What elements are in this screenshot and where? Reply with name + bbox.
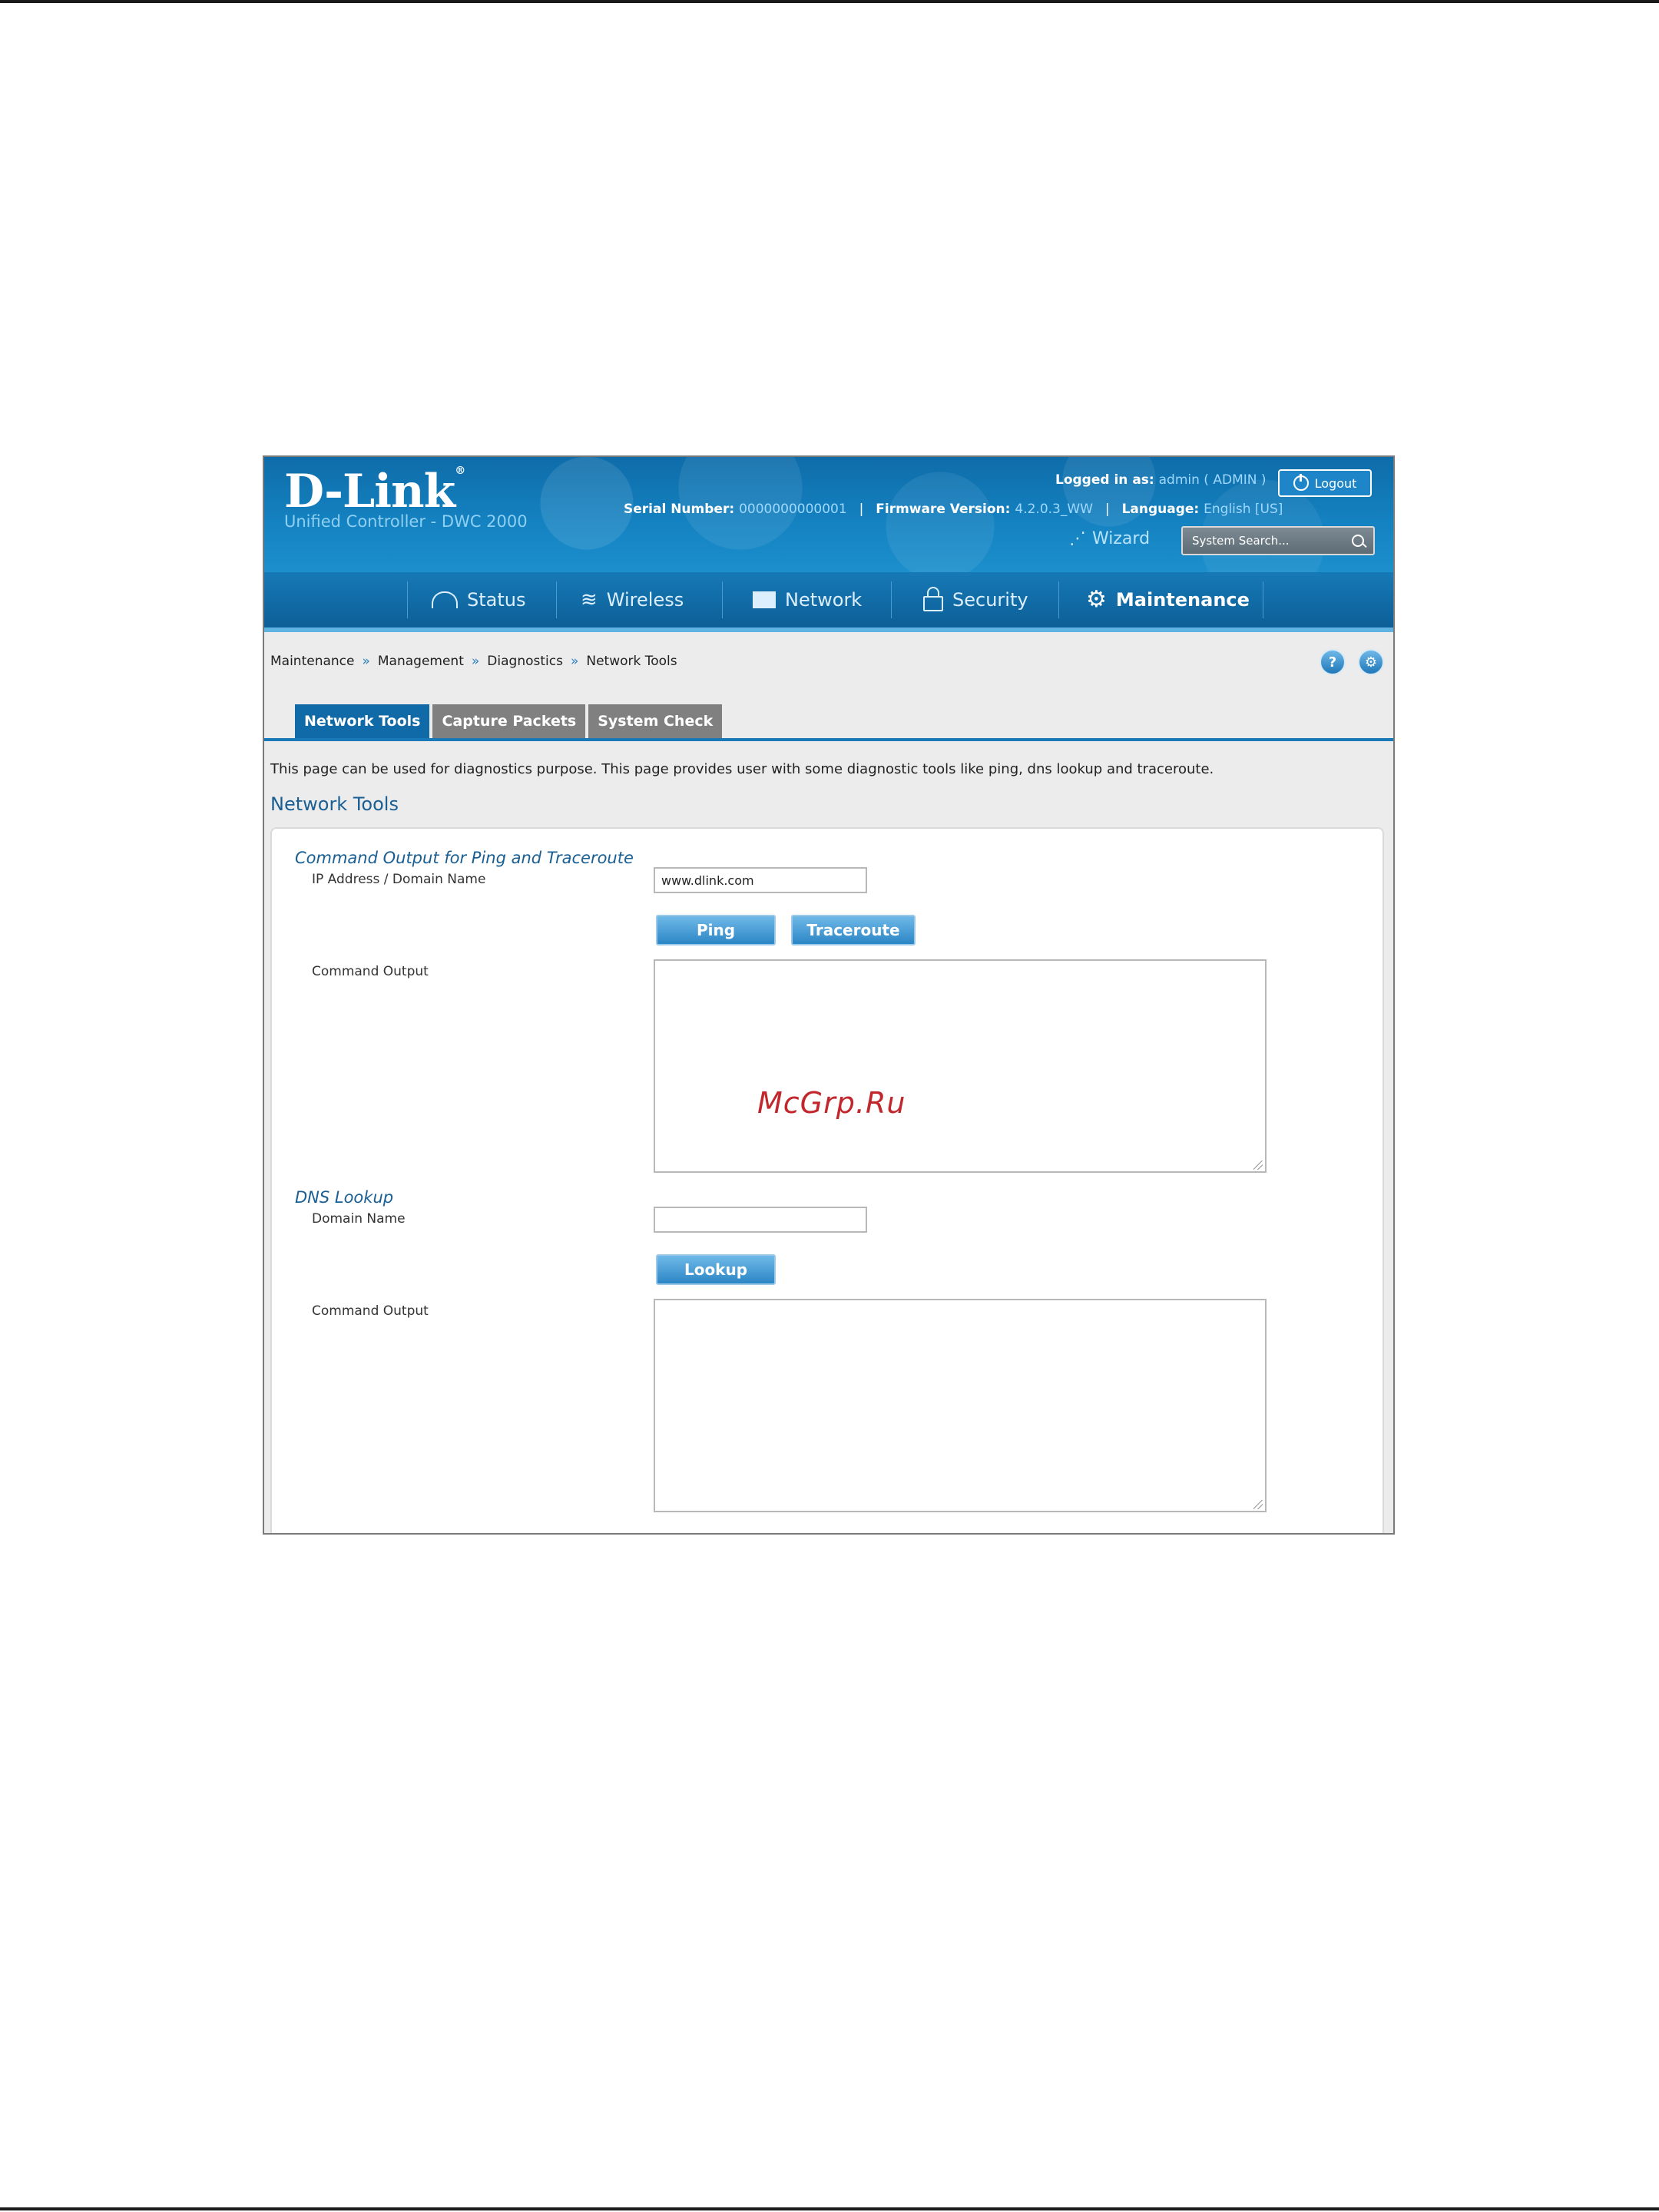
breadcrumb: Maintenance» Management» Diagnostics» Netwo… [270,654,677,669]
header-banner: D-Link® Unified Controller - DWC 2000 Lo… [264,457,1393,572]
page-description: This page can be used for diagnostics pu… [270,761,1214,777]
watermark-text: McGrp.Ru [757,1086,906,1120]
address-input[interactable] [654,867,867,893]
resize-grip-icon[interactable] [1253,1500,1263,1509]
page-bottom-rule [0,2207,1659,2210]
firmware-value: 4.2.0.3_WW [1015,502,1093,517]
nav-maintenance[interactable]: ⚙ Maintenance [1086,572,1250,628]
domain-name-label: Domain Name [312,1211,406,1227]
breadcrumb-network-tools: Network Tools [586,654,677,669]
address-label: IP Address / Domain Name [312,872,486,887]
dns-output-label: Command Output [312,1303,429,1319]
ping-output-textarea[interactable] [654,959,1267,1173]
breadcrumb-diagnostics[interactable]: Diagnostics [487,654,563,669]
gears-icon: ⚙ [1086,586,1107,613]
product-subtitle: Unified Controller - DWC 2000 [284,512,528,531]
dns-section-title: DNS Lookup [295,1188,394,1207]
lock-icon [923,587,943,611]
logged-in-label: Logged in as: [1055,472,1154,488]
search-icon[interactable] [1352,535,1364,547]
nav-network[interactable]: Network [753,572,862,628]
domain-name-input[interactable] [654,1207,867,1233]
language-label: Language: [1121,502,1200,517]
ping-section-title: Command Output for Ping and Traceroute [295,849,634,867]
logged-in-info: Logged in as: admin ( ADMIN ) [1055,472,1267,488]
logged-in-user[interactable]: admin ( ADMIN ) [1159,472,1267,488]
wizard-link[interactable]: ⋰ Wizard [1069,529,1150,548]
system-search-input[interactable]: System Search... [1181,526,1375,555]
tab-underline [264,738,1393,741]
tab-bar: Network Tools Capture Packets System Che… [295,704,723,738]
power-icon [1293,474,1309,491]
screenshot-frame: D-Link® Unified Controller - DWC 2000 Lo… [263,455,1395,1535]
dlink-logo: D-Link® [284,465,465,518]
ping-output-label: Command Output [312,964,429,979]
nav-wireless[interactable]: ≋ Wireless [581,572,684,628]
breadcrumb-management[interactable]: Management [378,654,464,669]
page-top-rule [0,0,1659,3]
help-button[interactable]: ? [1320,649,1346,675]
lookup-button[interactable]: Lookup [656,1254,776,1285]
network-tools-panel: Command Output for Ping and Traceroute I… [270,827,1384,1533]
gauge-icon [432,591,458,608]
main-nav: Status ≋ Wireless Network Security ⚙ Mai… [264,572,1393,632]
magic-wand-icon: ⋰ [1069,529,1086,548]
tab-system-check[interactable]: System Check [588,704,723,738]
page-title: Network Tools [270,793,399,815]
nav-security[interactable]: Security [923,572,1028,628]
tab-network-tools[interactable]: Network Tools [295,704,430,738]
breadcrumb-maintenance[interactable]: Maintenance [270,654,354,669]
config-help-button[interactable]: ⚙ [1358,649,1384,675]
tab-capture-packets[interactable]: Capture Packets [432,704,586,738]
ping-button[interactable]: Ping [656,915,776,945]
firmware-label: Firmware Version: [876,502,1011,517]
wifi-icon: ≋ [581,588,598,611]
dns-output-textarea[interactable] [654,1299,1267,1512]
monitor-icon [753,591,776,608]
nav-status[interactable]: Status [432,572,525,628]
logout-button[interactable]: Logout [1278,469,1372,497]
serial-number: Serial Number: 0000000000001 | Firmware … [624,502,1283,517]
resize-grip-icon[interactable] [1253,1161,1263,1170]
language-value[interactable]: English [US] [1204,502,1283,517]
traceroute-button[interactable]: Traceroute [791,915,916,945]
